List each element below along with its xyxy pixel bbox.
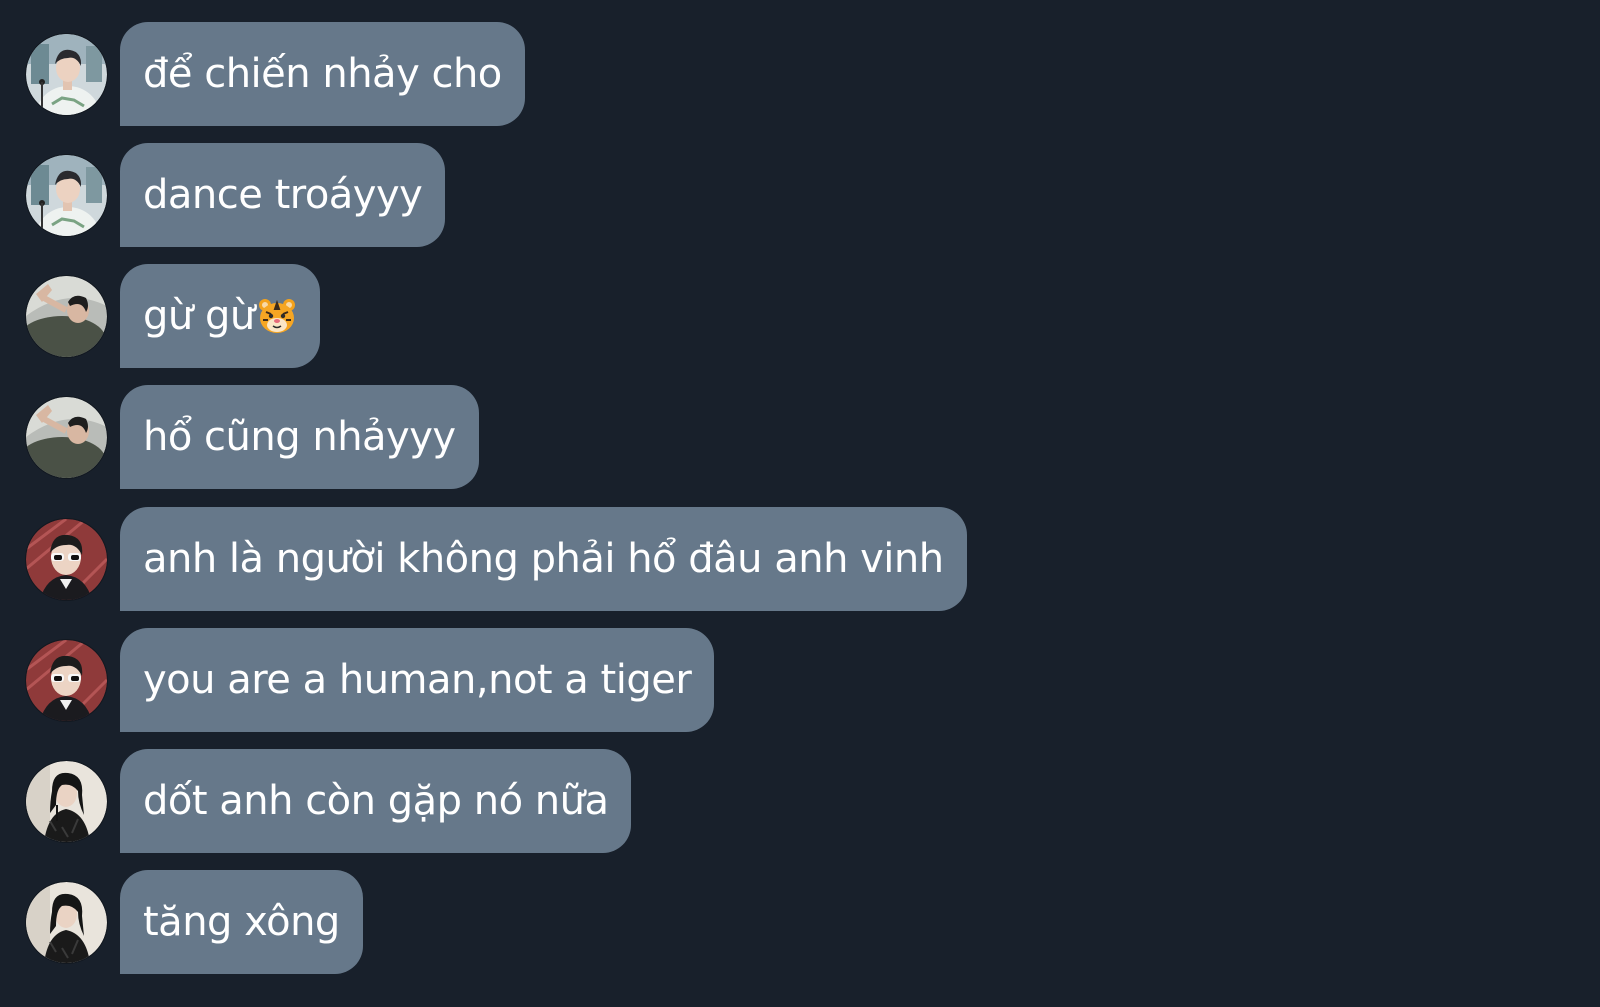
message-text: dance troáyyy (143, 172, 423, 218)
avatar-lying-down-icon[interactable] (26, 396, 107, 478)
message-row: để chiến nhảy cho (26, 22, 525, 126)
message-bubble[interactable]: you are a human,not a tiger (120, 628, 715, 732)
message-row: you are a human,not a tiger (26, 628, 715, 732)
chat-message-list: để chiến nhảy cho dance troáyyy gừ gừ hổ… (0, 0, 1600, 1007)
message-bubble[interactable]: dốt anh còn gặp nó nữa (120, 749, 632, 853)
avatar-sunglasses-icon[interactable] (26, 518, 107, 600)
avatar-sunglasses-icon[interactable] (26, 639, 107, 721)
avatar-lying-down-icon[interactable] (26, 275, 107, 357)
avatar-white-shirt-icon[interactable] (26, 154, 107, 236)
message-row: hổ cũng nhảyyy (26, 385, 479, 489)
message-bubble[interactable]: hổ cũng nhảyyy (120, 385, 479, 489)
message-row: dốt anh còn gặp nó nữa (26, 749, 632, 853)
message-text: gừ gừ (143, 293, 255, 339)
message-bubble[interactable]: tăng xông (120, 870, 363, 974)
message-text: để chiến nhảy cho (143, 51, 502, 97)
message-row: anh là người không phải hổ đâu anh vinh (26, 507, 967, 611)
message-bubble[interactable]: anh là người không phải hổ đâu anh vinh (120, 507, 967, 611)
message-row: tăng xông (26, 870, 363, 974)
message-row: gừ gừ (26, 264, 320, 368)
message-bubble[interactable]: để chiến nhảy cho (120, 22, 525, 126)
message-text: dốt anh còn gặp nó nữa (143, 778, 609, 824)
message-bubble[interactable]: gừ gừ (120, 264, 320, 368)
message-text: tăng xông (143, 899, 340, 945)
message-text: hổ cũng nhảyyy (143, 414, 456, 460)
message-row: dance troáyyy (26, 143, 446, 247)
message-text: anh là người không phải hổ đâu anh vinh (143, 536, 944, 582)
tiger-face-icon (258, 299, 295, 333)
message-bubble[interactable]: dance troáyyy (120, 143, 446, 247)
avatar-black-dress-icon[interactable] (26, 760, 107, 842)
avatar-white-shirt-icon[interactable] (26, 33, 107, 115)
avatar-black-dress-icon[interactable] (26, 881, 107, 963)
message-text: you are a human,not a tiger (143, 657, 692, 703)
